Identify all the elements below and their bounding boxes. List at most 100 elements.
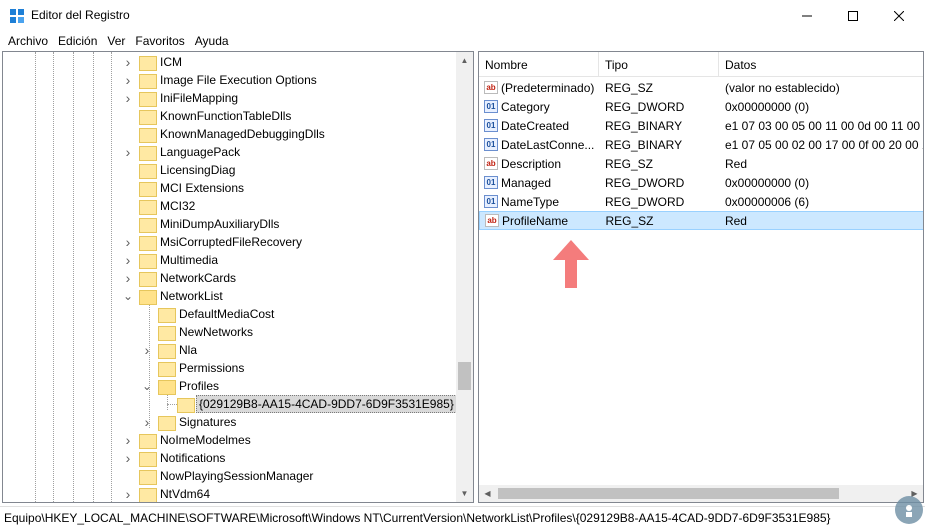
tree-node[interactable]: KnownManagedDebuggingDlls [121, 125, 327, 143]
tree-node[interactable]: MCI Extensions [121, 179, 246, 197]
tree-node[interactable]: NowPlayingSessionManager [121, 467, 315, 485]
chevron-down-icon[interactable]: ⌄ [121, 289, 135, 303]
tree-node[interactable]: › NtVdm64 [121, 485, 212, 502]
tree-node[interactable]: ⌄ Profiles [140, 377, 221, 395]
scroll-up-icon[interactable]: ▲ [456, 52, 473, 69]
folder-icon [139, 163, 157, 179]
registry-tree[interactable]: › ICM › Image File Execution Options › IniFil… [2, 51, 474, 503]
tree-node-label: NowPlayingSessionManager [160, 469, 314, 483]
chevron-right-icon[interactable]: › [121, 54, 135, 70]
value-data: 0x00000006 (6) [725, 194, 810, 209]
tree-node[interactable]: › MsiCorruptedFileRecovery [121, 233, 304, 251]
tree-node[interactable]: › Multimedia [121, 251, 220, 269]
folder-icon [139, 289, 157, 305]
menu-edicion[interactable]: Edición [54, 34, 101, 48]
list-horizontal-scrollbar[interactable]: ◀ ▶ [479, 485, 923, 502]
folder-icon [139, 181, 157, 197]
menu-favoritos[interactable]: Favoritos [131, 34, 188, 48]
tree-node[interactable]: Permissions [140, 359, 246, 377]
value-name: Category [501, 99, 550, 114]
chevron-right-icon[interactable]: › [121, 486, 135, 502]
column-header-type[interactable]: Tipo [599, 52, 719, 77]
folder-icon [139, 487, 157, 502]
tree-node[interactable]: › ICM [121, 53, 184, 71]
list-scroll-thumb[interactable] [498, 488, 839, 499]
chevron-right-icon[interactable]: › [121, 144, 135, 160]
chevron-down-icon[interactable]: ⌄ [140, 379, 154, 393]
tree-node[interactable]: NewNetworks [140, 323, 255, 341]
chevron-right-icon[interactable]: › [140, 342, 154, 358]
tree-node[interactable]: › Signatures [140, 413, 238, 431]
folder-icon [158, 361, 176, 377]
annotation-arrow-icon [553, 240, 589, 288]
folder-icon [158, 343, 176, 359]
tree-node[interactable]: ⌄ NetworkList [121, 287, 225, 305]
tree-node[interactable]: › Image File Execution Options [121, 71, 319, 89]
value-data: 0x00000000 (0) [725, 99, 810, 114]
value-name: DateLastConne... [501, 137, 595, 152]
value-row[interactable]: 01 Category REG_DWORD 0x00000000 (0) [479, 97, 923, 116]
folder-icon [139, 145, 157, 161]
value-row[interactable]: ab (Predeterminado) REG_SZ (valor no establ… [479, 78, 923, 97]
tree-node[interactable]: LicensingDiag [121, 161, 237, 179]
value-row[interactable]: ab Description REG_SZ Red [479, 154, 923, 173]
scroll-left-icon[interactable]: ◀ [479, 485, 496, 502]
chevron-right-icon[interactable]: › [121, 90, 135, 106]
value-row[interactable]: ab ProfileName REG_SZ Red [479, 211, 923, 230]
column-header-data[interactable]: Datos [719, 52, 923, 77]
tree-node-label: DefaultMediaCost [179, 307, 275, 321]
tree-node-label: IniFileMapping [160, 91, 239, 105]
tree-node[interactable]: KnownFunctionTableDlls [121, 107, 293, 125]
folder-icon [139, 271, 157, 287]
value-row[interactable]: 01 DateLastConne... REG_BINARY e1 07 05 00 … [479, 135, 923, 154]
minimize-button[interactable] [784, 0, 830, 31]
binary-value-icon: 01 [484, 138, 498, 151]
chevron-right-icon[interactable]: › [121, 432, 135, 448]
title-bar: Editor del Registro [0, 0, 925, 31]
value-row[interactable]: 01 DateCreated REG_BINARY e1 07 03 00 05 00… [479, 116, 924, 135]
tree-node[interactable]: › Notifications [121, 449, 227, 467]
chevron-right-icon[interactable]: › [121, 252, 135, 268]
value-data: e1 07 03 00 05 00 11 00 0d 00 11 00 18 [725, 118, 924, 133]
value-name-cell: ab ProfileName [480, 214, 599, 228]
menu-ver[interactable]: Ver [103, 34, 129, 48]
tree-node-label: Image File Execution Options [160, 73, 317, 87]
values-list[interactable]: Nombre Tipo Datos ab (Predeterminado) REG_… [478, 51, 924, 503]
chevron-right-icon[interactable]: › [121, 72, 135, 88]
value-type: REG_DWORD [605, 194, 685, 209]
scroll-down-icon[interactable]: ▼ [456, 485, 473, 502]
tree-node[interactable]: › Nla [140, 341, 199, 359]
tree-node-label: NoImeModelmes [160, 433, 251, 447]
tree-node-label: LanguagePack [160, 145, 241, 159]
tree-node-label: NewNetworks [179, 325, 254, 339]
chevron-right-icon[interactable]: › [140, 414, 154, 430]
menu-ayuda[interactable]: Ayuda [191, 34, 233, 48]
tree-scroll-thumb[interactable] [458, 362, 471, 390]
tree-node[interactable]: MCI32 [121, 197, 197, 215]
folder-icon [177, 397, 195, 413]
menu-archivo[interactable]: Archivo [4, 34, 52, 48]
tree-node[interactable]: › IniFileMapping [121, 89, 240, 107]
tree-node[interactable]: › LanguagePack [121, 143, 242, 161]
tree-vertical-scrollbar[interactable]: ▲ ▼ [456, 52, 473, 502]
close-button[interactable] [876, 0, 922, 31]
tree-node[interactable]: › NoImeModelmes [121, 431, 253, 449]
tree-node[interactable]: {029129B8-AA15-4CAD-9DD7-6D9F3531E985} [159, 395, 457, 413]
maximize-button[interactable] [830, 0, 876, 31]
column-header-name[interactable]: Nombre [479, 52, 599, 77]
folder-icon [139, 73, 157, 89]
chevron-right-icon[interactable]: › [121, 270, 135, 286]
value-row[interactable]: 01 Managed REG_DWORD 0x00000000 (0) [479, 173, 923, 192]
tree-node[interactable]: MiniDumpAuxiliaryDlls [121, 215, 281, 233]
chevron-right-icon[interactable]: › [121, 234, 135, 250]
chevron-right-icon[interactable]: › [121, 450, 135, 466]
tree-node[interactable]: DefaultMediaCost [140, 305, 276, 323]
value-type: REG_SZ [605, 80, 654, 95]
tree-node[interactable]: › NetworkCards [121, 269, 238, 287]
value-name-cell: ab (Predeterminado) [479, 81, 599, 95]
value-row[interactable]: 01 NameType REG_DWORD 0x00000006 (6) [479, 192, 923, 211]
list-header: Nombre Tipo Datos [479, 52, 923, 77]
